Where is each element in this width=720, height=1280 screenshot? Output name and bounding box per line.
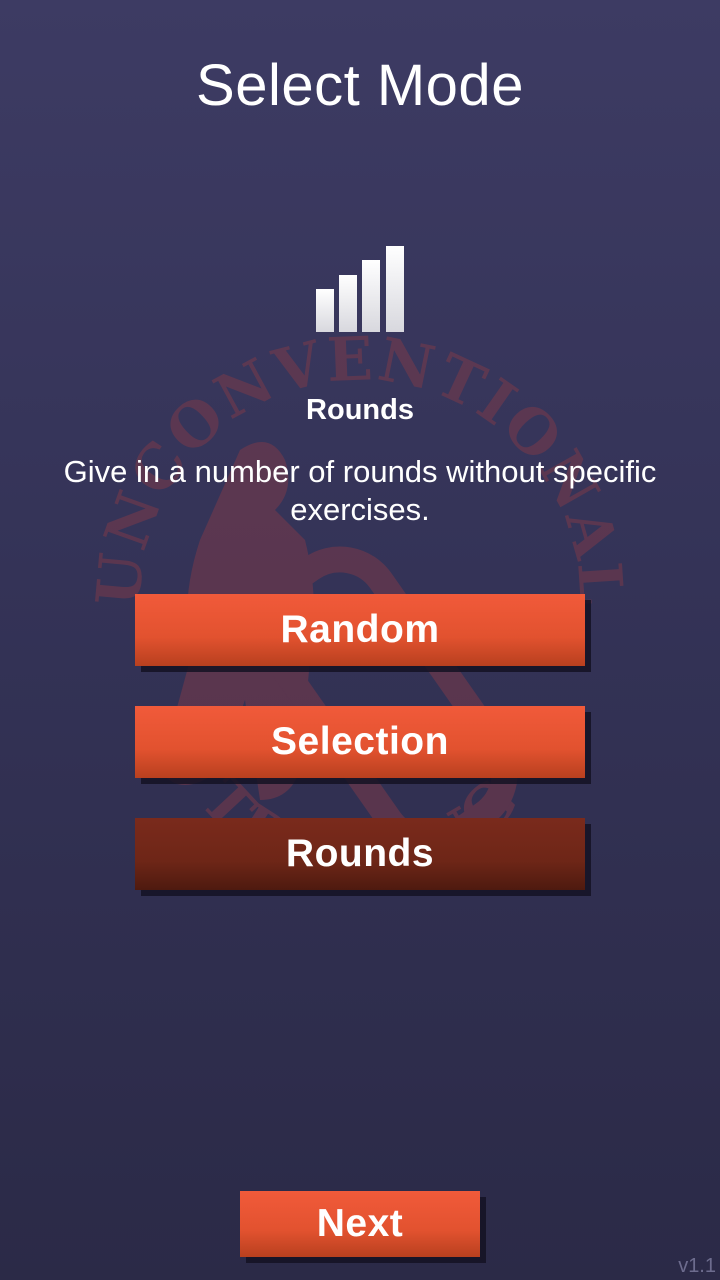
selected-mode-description: Give in a number of rounds without speci… [63,454,657,527]
next-button[interactable]: Next [240,1191,480,1257]
mode-random-button[interactable]: Random [135,594,585,666]
version-label: v1.1 [678,1255,716,1277]
selected-mode-name: Rounds [306,394,414,426]
mode-rounds-button[interactable]: Rounds [135,818,585,890]
signal-bars-icon [316,246,404,332]
mode-selection-button[interactable]: Selection [135,706,585,778]
page-title: Select Mode [196,53,524,118]
